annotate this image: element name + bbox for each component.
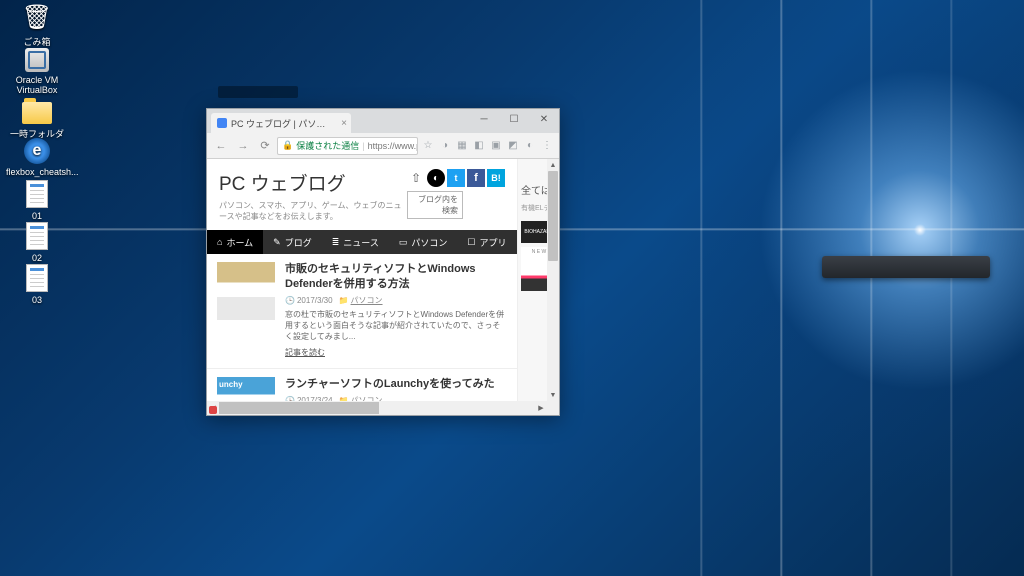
page-viewport: PC ウェブログ パソコン、スマホ、アプリ、ゲーム、ウェブのニュースや記事などを…: [207, 159, 559, 415]
monitor-icon: ▭: [399, 237, 408, 248]
article-title[interactable]: 市販のセキュリティソフトとWindows Defenderを併用する方法: [285, 262, 507, 292]
blog-search-input[interactable]: ブログ内を検索: [407, 191, 463, 219]
icon-label: Oracle VM VirtualBox: [6, 75, 68, 95]
article-item: 市販のセキュリティソフトとWindows Defenderを併用する方法 🕒20…: [207, 254, 517, 369]
url-input[interactable]: 🔒 保護された通信 | https://www.pc-weblog.com: [277, 137, 418, 155]
nav-forward-button[interactable]: →: [233, 136, 253, 156]
desktop-icon-doc-01[interactable]: 01: [6, 180, 68, 221]
tab-close-icon[interactable]: ×: [341, 118, 347, 129]
floating-toolbar[interactable]: [822, 256, 990, 278]
hatena-icon[interactable]: B!: [487, 169, 505, 187]
tab-title: PC ウェブログ | パソコン、ス: [231, 117, 333, 130]
site-title[interactable]: PC ウェブログ: [219, 169, 407, 196]
horizontal-scrollbar[interactable]: ◀ ▶: [207, 401, 547, 415]
nav-back-button[interactable]: ←: [211, 136, 231, 156]
icon-label: 02: [6, 253, 68, 263]
vertical-scrollbar[interactable]: ▲ ▼: [547, 159, 559, 401]
url-text: https://www.pc-weblog.com: [368, 141, 418, 151]
scrollbar-corner: [547, 401, 559, 415]
article-title[interactable]: ランチャーソフトのLaunchyを使ってみた: [285, 377, 507, 392]
nav-blog[interactable]: ✎ブログ: [263, 230, 322, 254]
desktop-icon-edge-shortcut[interactable]: eflexbox_cheatsh...: [6, 138, 68, 177]
icon-label: flexbox_cheatsh...: [6, 167, 68, 177]
minimized-preview: [218, 86, 298, 98]
nav-app[interactable]: ☐アプリ: [457, 230, 516, 254]
site-header: PC ウェブログ パソコン、スマホ、アプリ、ゲーム、ウェブのニュースや記事などを…: [207, 159, 517, 230]
icon-label: 03: [6, 295, 68, 305]
icon-label: 01: [6, 211, 68, 221]
favicon-icon: [217, 118, 227, 128]
twitter-icon[interactable]: t: [447, 169, 465, 187]
site-subtitle: パソコン、スマホ、アプリ、ゲーム、ウェブのニュースや記事などをお伝えします。: [219, 200, 407, 222]
dark-mode-icon[interactable]: ◐: [427, 169, 445, 187]
ext-icon[interactable]: ◐: [522, 138, 538, 154]
scroll-down-icon[interactable]: ▼: [547, 389, 559, 401]
desktop-icon-recycle-bin[interactable]: ごみ箱: [6, 2, 68, 48]
ext-icon[interactable]: ▦: [454, 138, 470, 154]
window-maximize-button[interactable]: ☐: [499, 109, 529, 129]
window-minimize-button[interactable]: ─: [469, 109, 499, 129]
list-icon: ≣: [332, 237, 340, 248]
star-icon[interactable]: ☆: [420, 138, 436, 154]
desktop[interactable]: ごみ箱 Oracle VM VirtualBox 一時フォルダ eflexbox…: [0, 0, 1024, 576]
scroll-up-icon[interactable]: ▲: [547, 159, 559, 171]
desktop-icon-temp-folder[interactable]: 一時フォルダ: [6, 98, 68, 140]
desktop-icon-virtualbox[interactable]: Oracle VM VirtualBox: [6, 48, 68, 95]
address-bar: ← → ⟳ 🔒 保護された通信 | https://www.pc-weblog.…: [207, 133, 559, 159]
read-more-link[interactable]: 記事を読む: [285, 347, 325, 358]
app-icon: ☐: [467, 237, 475, 248]
icon-label: ごみ箱: [6, 35, 68, 48]
scroll-thumb[interactable]: [219, 402, 379, 414]
lock-icon: 🔒: [282, 140, 293, 151]
secure-label: 保護された通信: [296, 139, 359, 152]
home-icon: ⌂: [217, 237, 222, 247]
new-tab-button[interactable]: [355, 117, 373, 133]
article-thumbnail[interactable]: [217, 262, 275, 320]
ext-icon[interactable]: ◧: [471, 138, 487, 154]
scroll-right-icon[interactable]: ▶: [535, 401, 547, 415]
nav-pc[interactable]: ▭パソコン: [389, 230, 458, 254]
browser-tab[interactable]: PC ウェブログ | パソコン、ス ×: [211, 113, 351, 133]
window-close-button[interactable]: ✕: [529, 109, 559, 129]
nav-news[interactable]: ≣ニュース: [322, 230, 389, 254]
article-meta: 🕒2017/3/30📁パソコン: [285, 295, 507, 306]
nav-reload-button[interactable]: ⟳: [255, 136, 275, 156]
window-controls: ─ ☐ ✕: [469, 109, 559, 129]
scroll-top-icon[interactable]: ⇧: [407, 169, 425, 187]
menu-icon[interactable]: ⋮: [539, 138, 555, 154]
article-category[interactable]: パソコン: [351, 296, 383, 305]
status-indicator-icon: [209, 406, 217, 414]
pencil-icon: ✎: [273, 237, 281, 248]
site-nav: ⌂ホーム ✎ブログ ≣ニュース ▭パソコン ☐アプリ ∞エンタ: [207, 230, 517, 254]
desktop-icon-doc-03[interactable]: 03: [6, 264, 68, 305]
desktop-icon-doc-02[interactable]: 02: [6, 222, 68, 263]
article-excerpt: 窓の杜で市販のセキュリティソフトとWindows Defenderを併用するとい…: [285, 309, 507, 343]
nav-home[interactable]: ⌂ホーム: [207, 230, 263, 254]
facebook-icon[interactable]: f: [467, 169, 485, 187]
ext-icon[interactable]: ◑: [437, 138, 453, 154]
ext-icon[interactable]: ◩: [505, 138, 521, 154]
chrome-window: ─ ☐ ✕ PC ウェブログ | パソコン、ス × ← → ⟳ 🔒 保護された通…: [206, 108, 560, 416]
folder-icon: 📁: [339, 296, 349, 305]
scroll-thumb[interactable]: [548, 171, 558, 261]
clock-icon: 🕒: [285, 296, 295, 305]
ext-icon[interactable]: ▣: [488, 138, 504, 154]
